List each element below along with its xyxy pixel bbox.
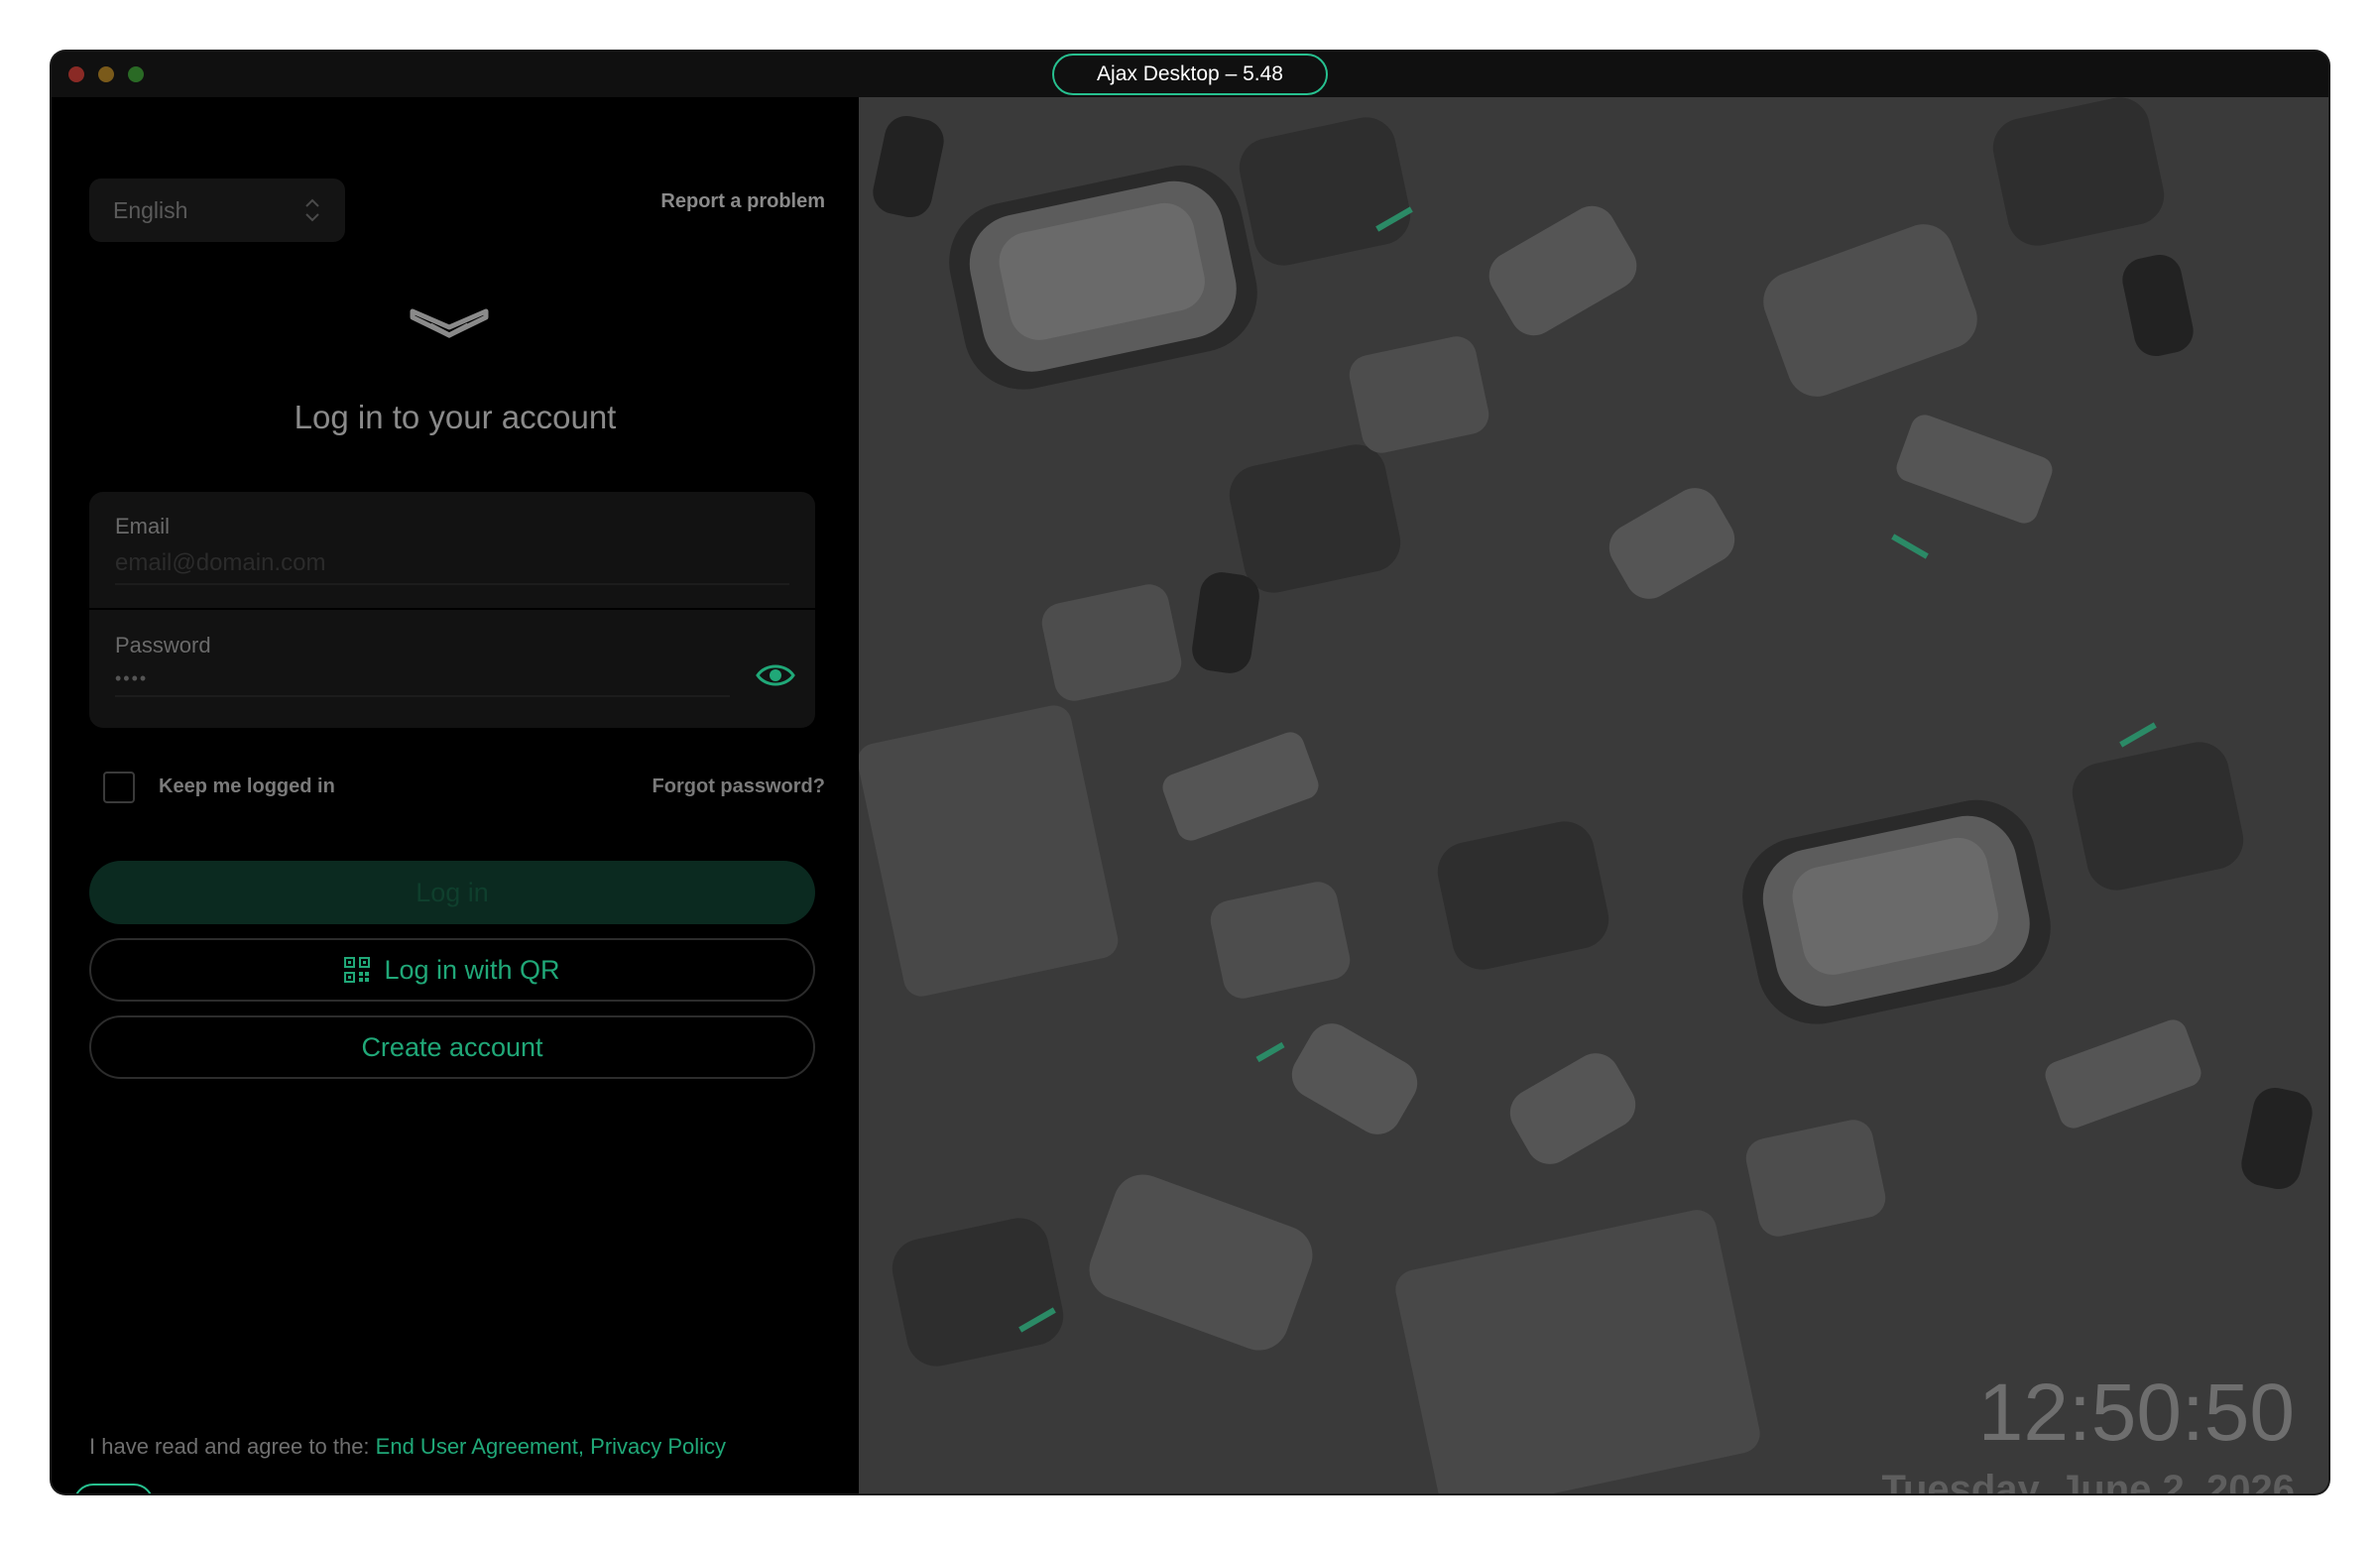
agreement-text: I have read and agree to the: End User A… (89, 1434, 726, 1460)
eye-icon[interactable] (756, 661, 795, 689)
minimize-window-button[interactable] (98, 66, 114, 82)
password-label: Password (115, 633, 211, 657)
chevron-updown-icon (303, 196, 321, 224)
create-account-button[interactable]: Create account (89, 1015, 815, 1079)
clock-date: Tuesday, June 2, 2026 (1881, 1468, 2295, 1493)
keep-logged-in-label: Keep me logged in (159, 775, 335, 797)
email-field[interactable] (115, 549, 789, 585)
privacy-policy-link[interactable]: Privacy Policy (590, 1434, 726, 1459)
devices-background-image (859, 97, 2328, 1493)
login-with-qr-label: Log in with QR (384, 954, 560, 985)
device-background-panel: 12:50:50 Tuesday, June 2, 2026 (859, 97, 2328, 1493)
window-title: Ajax Desktop – 5.48 (1052, 54, 1328, 95)
language-select[interactable]: English (89, 178, 345, 242)
ajax-logo-icon (410, 308, 489, 338)
password-field[interactable] (115, 668, 730, 697)
version-badge: v 5.48 (73, 1484, 155, 1493)
title-bar: Ajax Desktop – 5.48 (52, 52, 2328, 98)
agreement-prefix: I have read and agree to the: (89, 1434, 370, 1459)
email-label: Email (115, 514, 171, 538)
login-with-qr-button[interactable]: Log in with QR (89, 938, 815, 1002)
login-button[interactable]: Log in (89, 861, 815, 924)
login-panel: English Report a problem Log in to your … (52, 97, 859, 1493)
maximize-window-button[interactable] (128, 66, 144, 82)
language-value: English (113, 196, 188, 223)
app-window: Ajax Desktop – 5.48 English Report a pro… (52, 52, 2328, 1493)
report-problem-link[interactable]: Report a problem (627, 190, 825, 213)
keep-logged-in-checkbox[interactable] (103, 772, 135, 803)
page-title: Log in to your account (294, 399, 617, 435)
clock-time: 12:50:50 (1977, 1368, 2295, 1458)
qr-code-icon (344, 957, 371, 983)
credentials-card: Email Password (89, 492, 815, 728)
field-divider (89, 608, 815, 610)
forgot-password-link[interactable]: Forgot password? (607, 775, 825, 798)
eula-link[interactable]: End User Agreement, (376, 1434, 584, 1459)
close-window-button[interactable] (68, 66, 84, 82)
